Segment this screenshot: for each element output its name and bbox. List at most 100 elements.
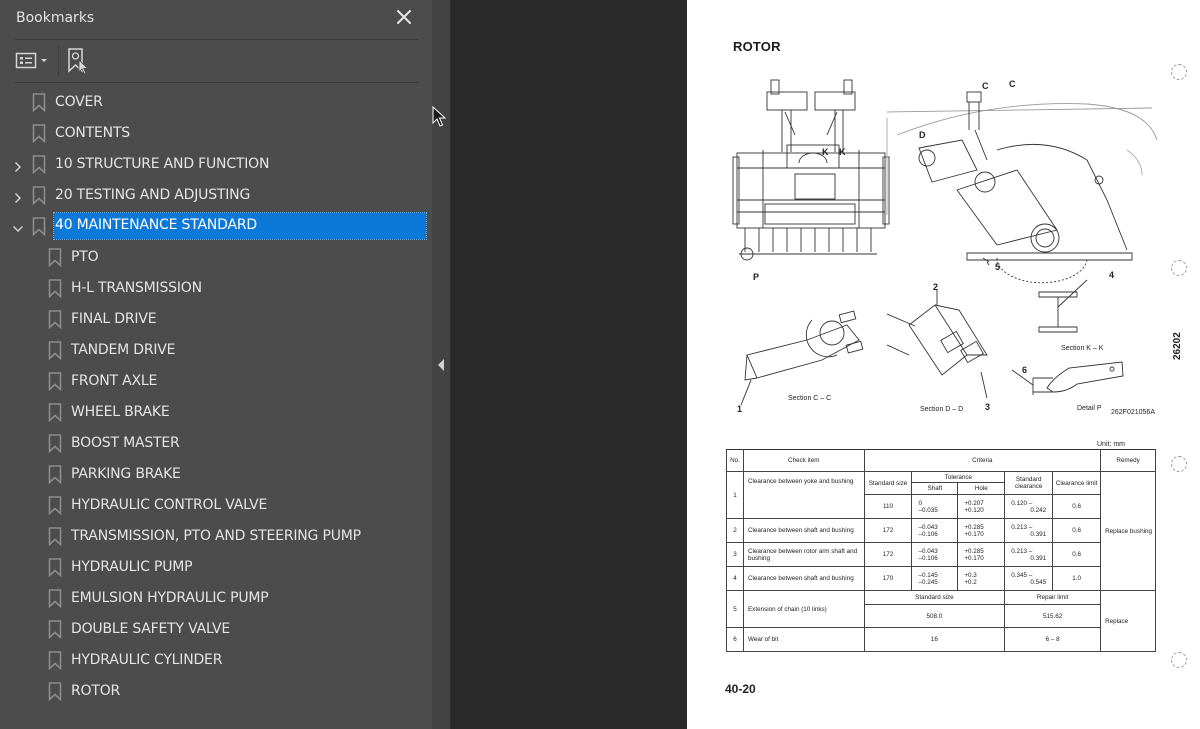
row-item: Wear of bit [742, 627, 865, 652]
row-no: 1 [726, 471, 744, 519]
bookmark-item[interactable]: PARKING BRAKE [0, 459, 432, 490]
drawing-label: D [919, 130, 926, 140]
detail-p-drawing [1011, 361, 1124, 395]
drawing-label: 4 [1109, 270, 1114, 280]
cell-standard: 508.0 [863, 604, 1006, 628]
bookmark-label: FINAL DRIVE [71, 311, 157, 327]
bookmark-item[interactable]: 20 TESTING AND ADJUSTING [0, 180, 432, 211]
bookmark-label: HYDRAULIC CYLINDER [71, 652, 223, 668]
cell-limit: 0.6 [1052, 494, 1102, 519]
cell-hole: +0.285 +0.170 [957, 542, 1006, 567]
row-no: 4 [726, 566, 744, 591]
caption-section-dd: Section D – D [920, 406, 963, 413]
cell-clearance: 0.213 –0.391 [1004, 518, 1054, 543]
bookmark-icon [48, 651, 62, 671]
bookmark-item[interactable]: HYDRAULIC CYLINDER [0, 645, 432, 676]
bookmark-icon [48, 527, 62, 547]
unit-label: Unit: mm [1097, 441, 1125, 448]
cell-standard: 16 [863, 627, 1006, 652]
panel-title: Bookmarks [16, 10, 95, 26]
header-hole: Hole [957, 482, 1006, 495]
document-viewer[interactable]: ROTOR 26202 C C D K K P 5 4 2 1 3 6 Sect… [450, 0, 1200, 729]
maintenance-standard-table: No. Check item Criteria Remedy 1 Clearan… [726, 449, 1156, 652]
bookmark-label: WHEEL BRAKE [71, 404, 170, 420]
row-item: Extension of chain (10 links) [742, 590, 865, 628]
new-bookmark-from-selection-icon[interactable] [66, 47, 92, 75]
drawing-label: 5 [995, 262, 1000, 272]
bookmark-label: CONTENTS [55, 125, 130, 141]
page-number: 40-20 [725, 682, 756, 696]
cell-shaft: –0.145 –0.245 [911, 566, 959, 591]
drawing-label: P [753, 272, 759, 282]
close-icon[interactable] [394, 7, 414, 27]
bookmark-label: COVER [55, 94, 103, 110]
bookmark-label: 10 STRUCTURE AND FUNCTION [55, 156, 270, 172]
chevron-down-icon[interactable] [12, 220, 24, 233]
bookmarks-panel: Bookmarks COVER CONTENTS 10 STRUCTURE AN… [0, 0, 432, 729]
collapse-left-arrow-icon[interactable] [437, 357, 445, 371]
chevron-right-icon[interactable] [12, 158, 24, 173]
cell-hole: +0.207 +0.120 [957, 494, 1006, 519]
bookmark-item[interactable]: TANDEM DRIVE [0, 335, 432, 366]
cell-clearance: 0.120 –0.242 [1004, 494, 1054, 519]
table-row: 2 Clearance between shaft and bushing 17… [726, 518, 1156, 543]
mouse-cursor-icon [432, 106, 446, 127]
bookmark-icon [48, 558, 62, 578]
pdf-page: ROTOR 26202 C C D K K P 5 4 2 1 3 6 Sect… [687, 0, 1200, 729]
bookmark-icon [48, 465, 62, 485]
bookmark-item[interactable]: HYDRAULIC CONTROL VALVE [0, 490, 432, 521]
bookmark-item[interactable]: HYDRAULIC PUMP [0, 552, 432, 583]
header-remedy: Remedy [1100, 449, 1156, 472]
header-repair-limit: Repair limit [1004, 590, 1102, 605]
bookmark-icon [48, 434, 62, 454]
bookmark-item[interactable]: WHEEL BRAKE [0, 397, 432, 428]
bookmark-item[interactable]: FINAL DRIVE [0, 304, 432, 335]
bookmark-icon [48, 496, 62, 516]
cell-size: 170 [863, 566, 913, 591]
row-item: Clearance between shaft and bushing [742, 518, 865, 543]
bookmark-item[interactable]: EMULSION HYDRAULIC PUMP [0, 583, 432, 614]
cell-hole: +0.285 +0.170 [957, 518, 1006, 543]
bookmark-item[interactable]: PTO [0, 242, 432, 273]
bookmark-item[interactable]: BOOST MASTER [0, 428, 432, 459]
bookmark-options-button[interactable] [14, 50, 52, 72]
table-row: 6 Wear of bit 16 6 – 8 [726, 627, 1156, 652]
bookmark-item[interactable]: H-L TRANSMISSION [0, 273, 432, 304]
bookmarks-header: Bookmarks [0, 0, 432, 39]
bookmark-item[interactable]: DOUBLE SAFETY VALVE [0, 614, 432, 645]
drawing-label: K [839, 147, 846, 157]
bookmark-item[interactable]: COVER [0, 87, 432, 118]
bookmark-item[interactable]: TRANSMISSION, PTO AND STEERING PUMP [0, 521, 432, 552]
drawing-label: K [822, 147, 829, 157]
bookmark-label: TRANSMISSION, PTO AND STEERING PUMP [71, 528, 361, 544]
bookmark-icon [48, 248, 62, 268]
bookmark-item[interactable]: 10 STRUCTURE AND FUNCTION [0, 149, 432, 180]
cell-repair: 6 – 8 [1004, 627, 1102, 652]
bookmark-label: BOOST MASTER [71, 435, 180, 451]
cell-clearance: 0.213 –0.391 [1004, 542, 1054, 567]
bookmark-icon [48, 620, 62, 640]
row-no: 2 [726, 518, 744, 543]
section-kk-drawing [1038, 279, 1088, 333]
cell-clearance: 0.345 –0.545 [1004, 566, 1054, 591]
row-no: 5 [726, 590, 744, 628]
bookmark-label: DOUBLE SAFETY VALVE [71, 621, 231, 637]
bookmark-label: H-L TRANSMISSION [71, 280, 202, 296]
cell-limit: 0.6 [1052, 542, 1102, 567]
bookmark-item[interactable]: CONTENTS [0, 118, 432, 149]
bookmark-label: HYDRAULIC PUMP [71, 559, 193, 575]
cell-shaft: 0 –0.035 [911, 494, 959, 519]
bookmark-item[interactable]: FRONT AXLE [0, 366, 432, 397]
drawing-number: 262F021056A [1111, 409, 1155, 416]
divider [15, 82, 419, 83]
bookmark-icon [48, 682, 62, 702]
bookmark-label: 20 TESTING AND ADJUSTING [55, 187, 251, 203]
caption-detail-p: Detail P [1077, 405, 1102, 412]
bookmark-item[interactable]: ROTOR [0, 676, 432, 707]
cell-repair: 515.62 [1004, 604, 1102, 628]
chevron-right-icon[interactable] [12, 189, 24, 204]
bookmark-label: TANDEM DRIVE [71, 342, 176, 358]
bookmark-item-selected[interactable]: 40 MAINTENANCE STANDARD [0, 211, 432, 242]
caption-section-cc: Section C – C [788, 395, 831, 402]
bookmark-icon [48, 589, 62, 609]
